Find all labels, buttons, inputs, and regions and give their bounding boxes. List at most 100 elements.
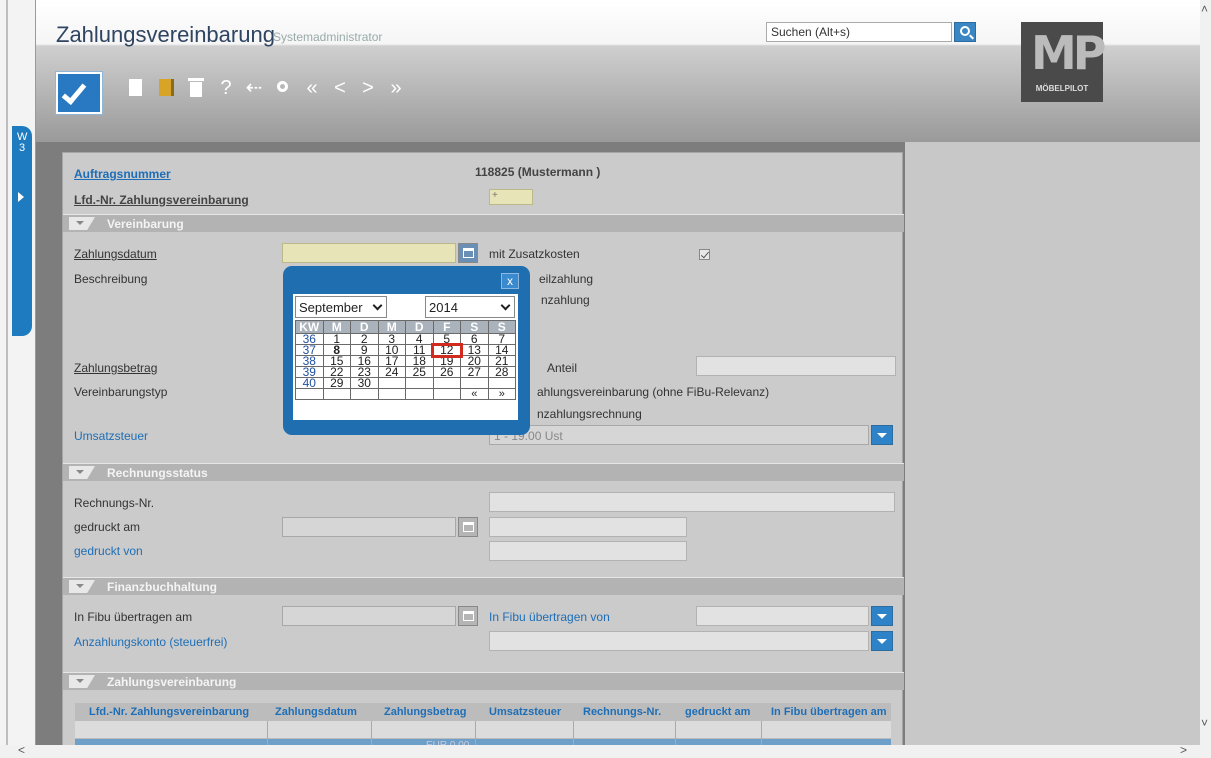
beschreibung-label: Beschreibung xyxy=(74,272,148,286)
next-record-icon[interactable]: > xyxy=(356,76,380,100)
save-button[interactable] xyxy=(56,72,102,114)
back-icon[interactable]: ⇠ xyxy=(242,76,266,100)
lfd-nr-field[interactable]: + xyxy=(489,189,533,205)
column-divider xyxy=(573,721,574,745)
column-header[interactable]: Lfd.-Nr. Zahlungsvereinbarung xyxy=(89,706,249,718)
fibu-von-dropdown-button[interactable] xyxy=(871,606,893,626)
typ-option-anzahlungsrechnung[interactable]: nzahlungsrechnung xyxy=(537,407,642,421)
fibu-von-select[interactable] xyxy=(696,606,869,626)
new-document-icon[interactable] xyxy=(124,76,148,100)
umsatzsteuer-dropdown-button[interactable] xyxy=(871,425,893,445)
section-vereinbarung[interactable]: Vereinbarung xyxy=(63,214,904,232)
gedruckt-am-calendar-button[interactable] xyxy=(458,517,478,537)
day-cell[interactable]: 25 xyxy=(405,366,434,378)
umsatzsteuer-select[interactable]: 1 - 19.00 Ust xyxy=(489,425,869,445)
next-month-button[interactable]: » xyxy=(487,388,516,400)
nav-row: « » xyxy=(295,388,516,400)
day-cell[interactable]: 26 xyxy=(432,366,461,378)
calendar-button[interactable] xyxy=(458,243,478,263)
open-book-icon[interactable] xyxy=(154,76,178,100)
anzahlungskonto-dropdown-button[interactable] xyxy=(871,631,893,651)
table-row[interactable] xyxy=(75,721,891,739)
scroll-down-icon[interactable]: ˅ xyxy=(1201,716,1208,730)
mit-zusatzkosten-checkbox[interactable] xyxy=(699,249,710,260)
section-zahlungsvereinbarung[interactable]: Zahlungsvereinbarung xyxy=(63,672,904,690)
column-header[interactable]: Zahlungsbetrag xyxy=(384,706,467,718)
mit-zusatzkosten-label: mit Zusatzkosten xyxy=(489,247,580,261)
calendar-icon xyxy=(463,522,474,532)
day-cell[interactable]: 30 xyxy=(350,377,379,389)
collapse-icon[interactable] xyxy=(69,675,95,688)
column-header[interactable]: Umsatzsteuer xyxy=(489,706,561,718)
fibu-am-field[interactable] xyxy=(282,606,456,626)
gedruckt-von-field[interactable] xyxy=(489,541,687,561)
gedruckt-am-time-field[interactable] xyxy=(489,517,687,537)
collapse-icon[interactable] xyxy=(69,217,95,230)
column-divider xyxy=(267,721,268,745)
vertical-scrollbar[interactable]: ˄ ˅ xyxy=(1200,0,1211,745)
gedruckt-von-link[interactable]: gedruckt von xyxy=(74,544,143,558)
anzahlung-label: nzahlung xyxy=(541,293,590,307)
logo: MP MÖBELPILOT xyxy=(1021,22,1106,102)
expand-arrow-icon[interactable] xyxy=(18,192,24,202)
anzahlungskonto-select[interactable] xyxy=(489,631,869,651)
delete-icon[interactable] xyxy=(184,76,208,100)
chevron-down-icon xyxy=(500,300,511,311)
day-cell[interactable]: 24 xyxy=(377,366,406,378)
scroll-left-icon[interactable]: < xyxy=(18,743,25,757)
column-header[interactable]: Zahlungsdatum xyxy=(275,706,357,718)
logo-mark: MP xyxy=(1031,26,1106,80)
left-strip: W 3 xyxy=(0,0,36,745)
horizontal-scrollbar[interactable]: < > xyxy=(0,743,1211,758)
column-header[interactable]: In Fibu übertragen am xyxy=(771,706,887,718)
week-row: 38 15 16 17 18 19 20 21 xyxy=(295,355,516,367)
day-cell[interactable]: 29 xyxy=(322,377,351,389)
calendar-body: September 2014 KW M D M D F S S 36 1 2 3 xyxy=(293,294,518,420)
column-header[interactable]: gedruckt am xyxy=(685,706,750,718)
month-select[interactable]: September xyxy=(295,296,387,318)
fibu-von-link[interactable]: In Fibu übertragen von xyxy=(489,610,610,624)
day-cell[interactable]: 28 xyxy=(487,366,516,378)
right-area xyxy=(905,142,1200,745)
close-icon[interactable]: x xyxy=(501,273,519,289)
window-tab[interactable]: W 3 xyxy=(12,126,32,336)
rechnungs-nr-field[interactable] xyxy=(489,492,895,512)
week-row: 40 29 30 xyxy=(295,377,516,389)
prev-record-icon[interactable]: < xyxy=(328,76,352,100)
search-button[interactable] xyxy=(954,22,976,42)
empty-cell xyxy=(432,388,461,400)
collapse-icon[interactable] xyxy=(69,580,95,593)
section-title: Zahlungsvereinbarung xyxy=(107,675,237,689)
typ-option-zahlungsvereinbarung[interactable]: ahlungsvereinbarung (ohne FiBu-Relevanz) xyxy=(537,385,769,399)
gedruckt-am-field[interactable] xyxy=(282,517,456,537)
year-select[interactable]: 2014 xyxy=(425,296,515,318)
auftragsnummer-link[interactable]: Auftragsnummer xyxy=(74,167,171,181)
scroll-up-icon[interactable]: ˄ xyxy=(1201,2,1208,16)
fibu-am-label: In Fibu übertragen am xyxy=(74,610,193,624)
last-record-icon[interactable]: » xyxy=(384,76,408,100)
section-finanzbuchhaltung[interactable]: Finanzbuchhaltung xyxy=(63,577,904,595)
zahlungsdatum-label: Zahlungsdatum xyxy=(74,247,157,261)
anteil-field[interactable] xyxy=(696,356,896,376)
zahlungsdatum-field[interactable] xyxy=(282,243,456,263)
column-header[interactable]: Rechnungs-Nr. xyxy=(583,706,661,718)
section-title: Rechnungsstatus xyxy=(107,466,208,480)
umsatzsteuer-link[interactable]: Umsatzsteuer xyxy=(74,429,148,443)
day-cell[interactable]: 27 xyxy=(460,366,489,378)
day-cell-highlighted[interactable]: 12 xyxy=(431,342,463,358)
search-record-icon[interactable] xyxy=(272,76,296,100)
fibu-am-calendar-button[interactable] xyxy=(458,606,478,626)
anzahlungskonto-link[interactable]: Anzahlungskonto (steuerfrei) xyxy=(74,635,227,649)
scroll-right-icon[interactable]: > xyxy=(1180,743,1187,757)
zahlungsbetrag-label: Zahlungsbetrag xyxy=(74,361,158,375)
prev-month-button[interactable]: « xyxy=(460,388,489,400)
first-record-icon[interactable]: « xyxy=(300,76,324,100)
column-divider xyxy=(371,721,372,745)
search-input[interactable]: Suchen (Alt+s) xyxy=(766,22,952,42)
week-number[interactable]: 40 xyxy=(295,377,324,389)
empty-cell xyxy=(295,388,324,400)
collapse-icon[interactable] xyxy=(69,466,95,479)
help-icon[interactable]: ? xyxy=(214,76,238,100)
day-cell xyxy=(405,377,434,389)
section-rechnungsstatus[interactable]: Rechnungsstatus xyxy=(63,463,904,481)
